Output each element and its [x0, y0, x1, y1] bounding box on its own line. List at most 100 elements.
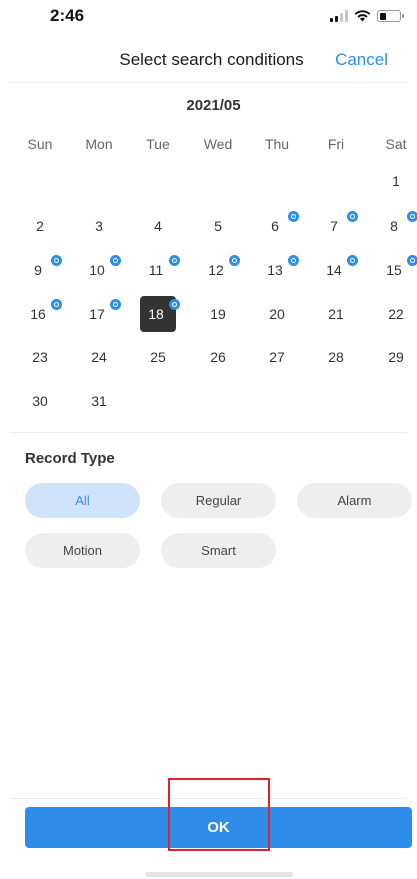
recording-indicator-icon — [347, 255, 358, 266]
day-number: 29 — [388, 349, 404, 365]
day-number: 9 — [34, 262, 42, 278]
day-number: 24 — [91, 349, 107, 365]
day-number: 5 — [214, 218, 222, 234]
calendar-day-13[interactable]: 13 — [259, 252, 299, 288]
recording-indicator-icon — [169, 255, 180, 266]
weekday-mon: Mon — [85, 136, 113, 152]
recording-indicator-icon — [229, 255, 240, 266]
day-number: 23 — [32, 349, 48, 365]
weekday-thu: Thu — [264, 136, 290, 152]
month-title: 2021/05 — [186, 97, 241, 114]
calendar-day-22[interactable]: 22 — [378, 296, 414, 332]
calendar-day-10[interactable]: 10 — [81, 252, 121, 288]
calendar-day-7[interactable]: 7 — [318, 208, 358, 244]
calendar-day-6[interactable]: 6 — [259, 208, 299, 244]
day-number: 3 — [95, 218, 103, 234]
signal-icon — [330, 10, 348, 22]
cancel-button[interactable]: Cancel — [335, 50, 388, 70]
recording-indicator-icon — [110, 255, 121, 266]
calendar-day-23[interactable]: 23 — [22, 339, 58, 375]
calendar-day-12[interactable]: 12 — [200, 252, 240, 288]
battery-level — [379, 12, 387, 20]
calendar-divider — [10, 432, 407, 433]
calendar-day-14[interactable]: 14 — [318, 252, 358, 288]
wifi-icon — [354, 10, 371, 22]
calendar-day-24[interactable]: 24 — [81, 339, 117, 375]
day-number: 13 — [267, 262, 283, 278]
calendar-day-3[interactable]: 3 — [81, 208, 117, 244]
day-number: 28 — [328, 349, 344, 365]
record-type-smart-chip[interactable]: Smart — [161, 533, 276, 568]
day-number: 4 — [154, 218, 162, 234]
recording-indicator-icon — [407, 211, 417, 222]
record-type-alarm-chip[interactable]: Alarm — [297, 483, 412, 518]
recording-indicator-icon — [169, 299, 180, 310]
recording-indicator-icon — [51, 299, 62, 310]
calendar-day-18[interactable]: 18 — [140, 296, 180, 332]
calendar-day-9[interactable]: 9 — [22, 252, 62, 288]
calendar-day-11[interactable]: 11 — [140, 252, 180, 288]
day-number: 19 — [210, 306, 226, 322]
day-number: 7 — [330, 218, 338, 234]
day-number: 8 — [390, 218, 398, 234]
calendar-day-19[interactable]: 19 — [200, 296, 236, 332]
calendar-day-20[interactable]: 20 — [259, 296, 295, 332]
day-number: 2 — [36, 218, 44, 234]
day-number: 12 — [208, 262, 224, 278]
day-number: 31 — [91, 393, 107, 409]
weekday-tue: Tue — [146, 136, 170, 152]
day-number: 17 — [89, 306, 105, 322]
record-type-all-chip[interactable]: All — [25, 483, 140, 518]
status-time: 2:46 — [50, 6, 85, 25]
footer-divider — [10, 798, 407, 799]
weekday-wed: Wed — [203, 136, 233, 152]
recording-indicator-icon — [347, 211, 358, 222]
header: Select search conditions Cancel — [0, 40, 417, 80]
day-number: 27 — [269, 349, 285, 365]
recording-indicator-icon — [51, 255, 62, 266]
calendar-day-26[interactable]: 26 — [200, 339, 236, 375]
calendar-day-17[interactable]: 17 — [81, 296, 121, 332]
home-indicator — [145, 872, 293, 877]
day-number: 25 — [150, 349, 166, 365]
day-number: 18 — [148, 306, 164, 322]
ok-button[interactable]: OK — [25, 807, 412, 848]
calendar-day-21[interactable]: 21 — [318, 296, 354, 332]
calendar-day-25[interactable]: 25 — [140, 339, 176, 375]
day-number: 16 — [30, 306, 46, 322]
recording-indicator-icon — [110, 299, 121, 310]
calendar-day-16[interactable]: 16 — [22, 296, 62, 332]
day-number: 14 — [326, 262, 342, 278]
weekday-sat: Sat — [385, 136, 407, 152]
calendar-day-4[interactable]: 4 — [140, 208, 176, 244]
day-number: 15 — [386, 262, 402, 278]
calendar-day-31[interactable]: 31 — [81, 383, 117, 419]
calendar-day-8[interactable]: 8 — [378, 208, 417, 244]
status-bar: 2:46 — [0, 0, 417, 36]
day-number: 10 — [89, 262, 105, 278]
weekday-sun: Sun — [27, 136, 53, 152]
calendar-day-27[interactable]: 27 — [259, 339, 295, 375]
calendar-day-1[interactable]: 1 — [378, 163, 414, 199]
record-type-regular-chip[interactable]: Regular — [161, 483, 276, 518]
day-number: 21 — [328, 306, 344, 322]
calendar-day-15[interactable]: 15 — [378, 252, 417, 288]
status-icons — [330, 10, 404, 22]
day-number: 6 — [271, 218, 279, 234]
calendar-day-5[interactable]: 5 — [200, 208, 236, 244]
calendar-day-28[interactable]: 28 — [318, 339, 354, 375]
calendar-day-2[interactable]: 2 — [22, 208, 58, 244]
battery-icon — [377, 10, 404, 22]
day-number: 22 — [388, 306, 404, 322]
day-number: 11 — [148, 262, 164, 278]
day-number: 20 — [269, 306, 285, 322]
recording-indicator-icon — [407, 255, 417, 266]
record-type-title: Record Type — [25, 450, 115, 467]
record-type-motion-chip[interactable]: Motion — [25, 533, 140, 568]
weekday-header: Sun Mon Tue Wed Thu Fri Sat — [0, 136, 417, 156]
calendar-day-29[interactable]: 29 — [378, 339, 414, 375]
header-divider — [10, 82, 407, 83]
day-number: 30 — [32, 393, 48, 409]
day-number: 26 — [210, 349, 226, 365]
calendar-day-30[interactable]: 30 — [22, 383, 58, 419]
